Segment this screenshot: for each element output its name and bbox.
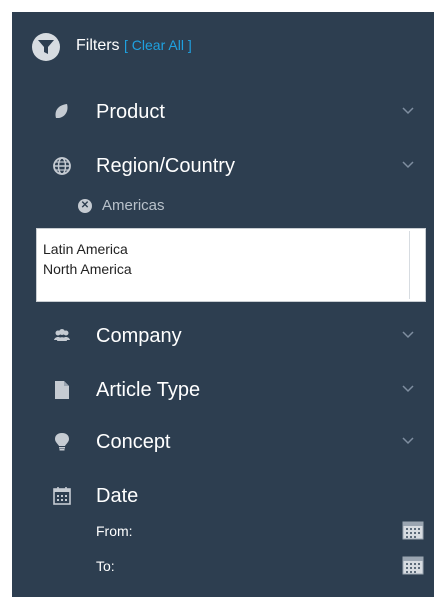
filter-panel: Filters [ Clear All ] Product Region/Cou… [12, 12, 434, 597]
filter-company-label: Company [96, 325, 182, 347]
listbox-scrollbar[interactable] [409, 231, 423, 299]
calendar-icon[interactable] [402, 555, 424, 575]
filter-region-label: Region/Country [96, 155, 235, 177]
selected-region-label: Americas [102, 197, 165, 214]
close-circle-icon[interactable]: ✕ [78, 199, 92, 213]
document-icon [55, 381, 69, 399]
chevron-down-icon[interactable] [402, 107, 414, 115]
date-to-label: To: [96, 558, 115, 574]
chevron-down-icon[interactable] [402, 161, 414, 169]
globe-icon [53, 157, 71, 175]
filter-product[interactable]: Product [12, 90, 434, 134]
chevron-down-icon[interactable] [402, 331, 414, 339]
filter-company[interactable]: Company [12, 314, 434, 358]
filters-label: Filters [76, 37, 120, 54]
calendar-icon[interactable] [402, 520, 424, 540]
date-from-label: From: [96, 523, 133, 539]
region-option[interactable]: Latin America [43, 241, 128, 257]
calendar-icon [53, 487, 71, 505]
chevron-down-icon[interactable] [402, 437, 414, 445]
clear-all-link[interactable]: [ Clear All ] [124, 37, 192, 53]
filter-concept[interactable]: Concept [12, 420, 434, 464]
chevron-down-icon[interactable] [402, 385, 414, 393]
users-icon [54, 329, 70, 341]
filter-date: Date [12, 474, 434, 518]
leaf-icon [55, 104, 68, 118]
filters-title: Filters [ Clear All ] [76, 37, 192, 55]
filter-concept-label: Concept [96, 431, 171, 453]
region-options-list[interactable]: Latin America North America [36, 228, 426, 302]
filter-icon [32, 33, 60, 61]
filter-product-label: Product [96, 101, 165, 123]
lightbulb-icon [55, 433, 69, 451]
filter-date-label: Date [96, 485, 139, 507]
filter-article-type-label: Article Type [96, 379, 201, 401]
filter-region-country[interactable]: Region/Country [12, 144, 434, 188]
filter-article-type[interactable]: Article Type [12, 368, 434, 412]
region-option[interactable]: North America [43, 261, 132, 277]
filters-header: Filters [ Clear All ] [12, 12, 434, 82]
